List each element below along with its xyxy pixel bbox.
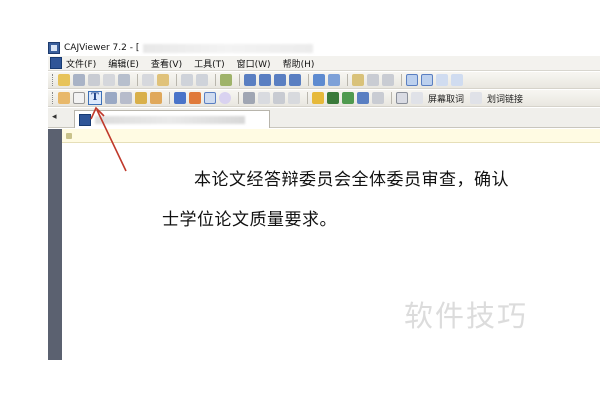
continuous-page-icon[interactable] bbox=[421, 74, 433, 86]
music-note-icon[interactable] bbox=[288, 92, 300, 104]
highlight-tool-icon[interactable] bbox=[243, 92, 255, 104]
properties-icon[interactable] bbox=[220, 74, 232, 86]
menu-help[interactable]: 帮助(H) bbox=[283, 57, 315, 70]
select-arrow-icon[interactable] bbox=[73, 92, 85, 104]
menu-view[interactable]: 查看(V) bbox=[151, 57, 182, 70]
print-icon[interactable] bbox=[88, 74, 100, 86]
paste-icon[interactable] bbox=[157, 74, 169, 86]
next-page-icon[interactable] bbox=[274, 74, 286, 86]
rotate-left-icon[interactable] bbox=[367, 74, 379, 86]
forward-icon[interactable] bbox=[328, 74, 340, 86]
title-bar: CAJViewer 7.2 - [ bbox=[48, 40, 600, 56]
screen-word-icon[interactable] bbox=[411, 92, 423, 104]
watermark: 软件技巧 bbox=[404, 299, 529, 333]
line-tool-icon[interactable] bbox=[174, 92, 186, 104]
strikeout-tool-icon[interactable] bbox=[258, 92, 270, 104]
underline-tool-icon[interactable] bbox=[342, 92, 354, 104]
menu-file[interactable]: 文件(F) bbox=[66, 57, 96, 70]
rectangle-tool-icon[interactable] bbox=[204, 92, 216, 104]
undo-icon[interactable] bbox=[181, 74, 193, 86]
ocr-icon[interactable] bbox=[120, 92, 132, 104]
standard-toolbar bbox=[48, 72, 600, 89]
copy-icon[interactable] bbox=[142, 74, 154, 86]
hyperlink-icon[interactable] bbox=[470, 92, 483, 104]
document-tab[interactable] bbox=[74, 110, 270, 128]
document-text-line-2: 士学位论文质量要求。 bbox=[162, 210, 337, 230]
menu-tools[interactable]: 工具(T) bbox=[194, 57, 225, 70]
cajviewer-app-icon bbox=[48, 42, 60, 54]
scan-icon[interactable] bbox=[118, 74, 130, 86]
document-menu-icon[interactable] bbox=[50, 57, 62, 69]
document-tab-row: ◂ bbox=[48, 108, 600, 128]
checkbox-tool-icon[interactable] bbox=[396, 92, 408, 104]
first-page-icon[interactable] bbox=[244, 74, 256, 86]
single-page-icon[interactable] bbox=[406, 74, 418, 86]
image-select-icon[interactable] bbox=[105, 92, 117, 104]
knowledge-icon[interactable] bbox=[273, 92, 285, 104]
navigation-rail[interactable] bbox=[48, 129, 62, 360]
menu-bar: 文件(F) 编辑(E) 查看(V) 工具(T) 窗口(W) 帮助(H) bbox=[48, 56, 600, 71]
open-folder-icon[interactable] bbox=[58, 74, 70, 86]
screen-word-button[interactable]: 屏幕取词 bbox=[428, 92, 464, 105]
hand-tool-icon[interactable] bbox=[58, 92, 70, 104]
magic-wand-icon[interactable] bbox=[312, 92, 324, 104]
info-bar-icon bbox=[66, 133, 72, 139]
toolbar-separator bbox=[137, 74, 138, 86]
zoom-icon[interactable] bbox=[352, 74, 364, 86]
toolbar-grip[interactable] bbox=[52, 74, 55, 86]
toolbar-separator bbox=[169, 92, 170, 104]
text-style-icon[interactable] bbox=[327, 92, 339, 104]
tab-scroll-left-icon[interactable]: ◂ bbox=[52, 112, 57, 122]
document-area: 本论文经答辩委员会全体委员审查，确认 士学位论文质量要求。 软件技巧 bbox=[48, 129, 600, 360]
info-bar bbox=[62, 129, 600, 143]
back-icon[interactable] bbox=[313, 74, 325, 86]
anchor-icon[interactable] bbox=[357, 92, 369, 104]
toolbar-separator bbox=[176, 74, 177, 86]
toolbar-separator bbox=[347, 74, 348, 86]
toolbar-separator bbox=[238, 92, 239, 104]
save-icon[interactable] bbox=[73, 74, 85, 86]
pencil-tool-icon[interactable] bbox=[189, 92, 201, 104]
rotate-right-icon[interactable] bbox=[382, 74, 394, 86]
note-icon[interactable] bbox=[135, 92, 147, 104]
hyperlink-button[interactable]: 划词链接 bbox=[487, 92, 523, 105]
toolbar-separator bbox=[391, 92, 392, 104]
search-doc-icon[interactable] bbox=[372, 92, 384, 104]
toolbar-grip[interactable] bbox=[52, 92, 55, 104]
menu-edit[interactable]: 编辑(E) bbox=[108, 57, 139, 70]
window-title: CAJViewer 7.2 - [ bbox=[64, 43, 140, 53]
blurred-filename bbox=[143, 43, 314, 53]
toolbar-separator bbox=[308, 74, 309, 86]
redo-icon[interactable] bbox=[196, 74, 208, 86]
toolbar-separator bbox=[239, 74, 240, 86]
tools-toolbar: T 屏幕取词 划词链接 bbox=[48, 90, 600, 107]
previous-page-icon[interactable] bbox=[259, 74, 271, 86]
bookmark-icon[interactable] bbox=[150, 92, 162, 104]
toolbar-separator bbox=[307, 92, 308, 104]
last-page-icon[interactable] bbox=[289, 74, 301, 86]
continuous-facing-icon[interactable] bbox=[451, 74, 463, 86]
text-select-icon[interactable]: T bbox=[88, 91, 102, 105]
ellipse-tool-icon[interactable] bbox=[219, 92, 231, 104]
document-page[interactable]: 本论文经答辩委员会全体委员审查，确认 士学位论文质量要求。 软件技巧 bbox=[62, 143, 600, 360]
menu-window[interactable]: 窗口(W) bbox=[237, 57, 271, 70]
toolbar-separator bbox=[215, 74, 216, 86]
print-preview-icon[interactable] bbox=[103, 74, 115, 86]
document-text-line-1: 本论文经答辩委员会全体委员审查，确认 bbox=[194, 170, 509, 190]
facing-pages-icon[interactable] bbox=[436, 74, 448, 86]
blurred-tab-title bbox=[95, 115, 245, 124]
toolbar-separator bbox=[401, 74, 402, 86]
caj-document-icon bbox=[79, 113, 91, 126]
